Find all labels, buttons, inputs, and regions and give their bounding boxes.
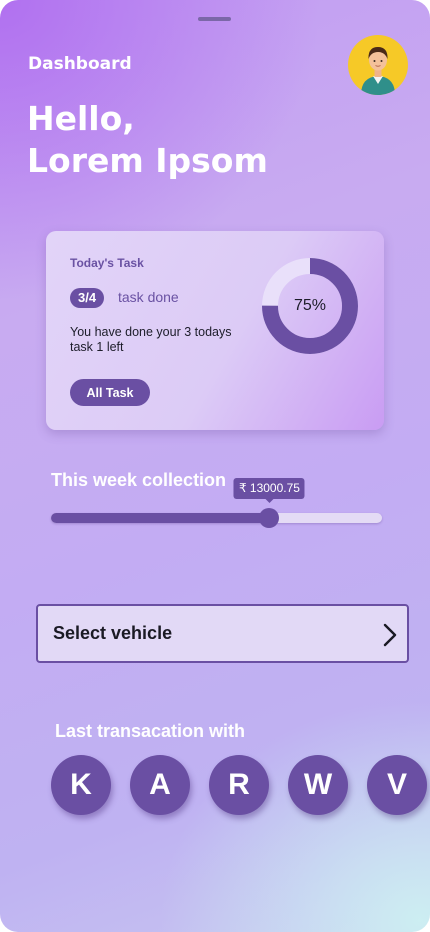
all-task-button[interactable]: All Task (70, 379, 150, 406)
collection-slider-fill (51, 513, 270, 523)
dashboard-screen: Dashboard Hello, Lorem Ipsom Today's Tas… (0, 0, 430, 932)
collection-value-tooltip: ₹ 13000.75 (233, 478, 305, 503)
greeting-line-1: Hello, (27, 99, 135, 138)
contact-avatar-a[interactable]: A (130, 755, 190, 815)
greeting: Hello, Lorem Ipsom (27, 98, 268, 182)
greeting-line-2: Lorem Ipsom (27, 141, 268, 180)
contact-avatar-v[interactable]: V (367, 755, 427, 815)
todays-task-card: Today's Task 3/4 task done You have done… (46, 231, 384, 430)
task-progress-ring: 75% (260, 256, 360, 356)
task-done-label: task done (118, 289, 179, 305)
person-icon (361, 47, 395, 95)
task-description: You have done your 3 todays task 1 left (70, 325, 232, 354)
drag-handle[interactable] (198, 17, 231, 21)
contact-avatar-r[interactable]: R (209, 755, 269, 815)
contact-avatar-k[interactable]: K (51, 755, 111, 815)
last-transaction-title: Last transacation with (55, 721, 246, 741)
task-count-badge: 3/4 (70, 288, 105, 308)
contact-avatar-w[interactable]: W (288, 755, 348, 815)
user-avatar[interactable] (348, 35, 408, 95)
page-title: Dashboard (28, 54, 132, 74)
task-progress-percent: 75% (293, 297, 327, 314)
chevron-right-icon (383, 623, 397, 647)
select-vehicle-label: Select vehicle (53, 623, 173, 643)
task-card-title: Today's Task (70, 256, 144, 270)
collection-slider-thumb[interactable] (259, 508, 280, 528)
collection-slider[interactable] (51, 508, 382, 528)
week-collection-title: This week collection (51, 470, 227, 490)
select-vehicle-dropdown[interactable]: Select vehicle (36, 604, 409, 663)
